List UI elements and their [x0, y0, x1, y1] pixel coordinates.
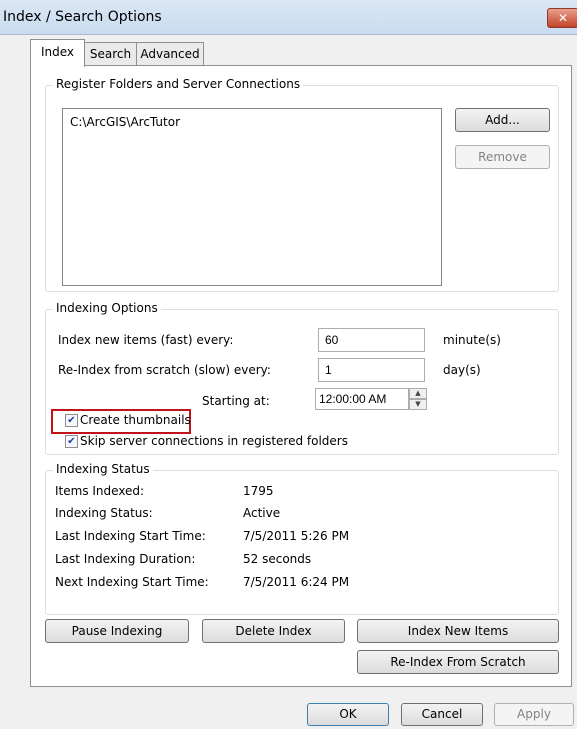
status-value: 52 seconds [243, 552, 312, 566]
status-value: 1795 [243, 484, 274, 498]
indexing-status-legend: Indexing Status [53, 462, 153, 476]
starting-at-label: Starting at: [202, 394, 270, 408]
fast-index-unit: minute(s) [443, 333, 501, 347]
fast-index-label: Index new items (fast) every: [58, 333, 234, 347]
apply-button[interactable]: Apply [494, 703, 574, 726]
add-button[interactable]: Add... [455, 108, 550, 132]
checkmark-icon: ✔ [67, 436, 76, 447]
indexing-options-legend: Indexing Options [53, 301, 161, 315]
tab-index[interactable]: Index [30, 39, 85, 67]
time-spinner-down[interactable]: ▼ [409, 399, 427, 410]
checkmark-icon: ✔ [67, 415, 76, 426]
status-value: Active [243, 506, 281, 520]
register-folders-legend: Register Folders and Server Connections [53, 77, 304, 91]
dialog-window: Index / Search Options ✕ Index Search Ad… [0, 0, 577, 729]
remove-button-label: Remove [478, 150, 527, 164]
reindex-unit: day(s) [443, 363, 481, 377]
pause-indexing-label: Pause Indexing [71, 624, 163, 638]
reindex-from-scratch-label: Re-Index From Scratch [390, 655, 526, 669]
cancel-button[interactable]: Cancel [401, 703, 483, 726]
delete-index-button[interactable]: Delete Index [202, 619, 345, 643]
status-label: Last Indexing Duration: [55, 552, 196, 566]
title-bar[interactable]: Index / Search Options ✕ [0, 0, 577, 35]
starting-at-time-input[interactable] [315, 388, 409, 410]
index-new-items-button[interactable]: Index New Items [357, 619, 559, 643]
reindex-label: Re-Index from scratch (slow) every: [58, 363, 271, 377]
registered-folders-list[interactable]: C:\ArcGIS\ArcTutor [62, 108, 442, 286]
list-item[interactable]: C:\ArcGIS\ArcTutor [70, 115, 180, 129]
index-new-items-label: Index New Items [407, 624, 509, 638]
ok-button[interactable]: OK [307, 703, 389, 726]
skip-server-label: Skip server connections in registered fo… [80, 434, 348, 448]
create-thumbnails-checkbox[interactable]: ✔ [65, 414, 78, 427]
status-value: 7/5/2011 5:26 PM [243, 529, 350, 543]
status-label: Next Indexing Start Time: [55, 575, 209, 589]
close-button[interactable]: ✕ [547, 8, 577, 28]
spin-up-icon: ▲ [415, 389, 421, 397]
tab-index-label: Index [40, 45, 75, 59]
close-icon: ✕ [557, 11, 569, 25]
add-button-label: Add... [485, 113, 520, 127]
tab-advanced[interactable]: Advanced [136, 42, 204, 65]
pause-indexing-button[interactable]: Pause Indexing [45, 619, 189, 643]
fast-index-interval-input[interactable] [318, 328, 425, 352]
tab-advanced-label: Advanced [140, 47, 200, 61]
tab-search[interactable]: Search [84, 42, 137, 65]
remove-button[interactable]: Remove [455, 145, 550, 169]
tab-search-label: Search [89, 47, 132, 61]
reindex-from-scratch-button[interactable]: Re-Index From Scratch [357, 650, 559, 674]
status-value: 7/5/2011 6:24 PM [243, 575, 350, 589]
reindex-interval-input[interactable] [318, 358, 425, 382]
status-label: Indexing Status: [55, 506, 153, 520]
cancel-button-label: Cancel [421, 707, 463, 721]
status-label: Items Indexed: [55, 484, 145, 498]
status-label: Last Indexing Start Time: [55, 529, 206, 543]
time-spinner-up[interactable]: ▲ [409, 388, 427, 399]
skip-server-checkbox[interactable]: ✔ [65, 435, 78, 448]
create-thumbnails-label: Create thumbnails [80, 413, 191, 427]
spin-down-icon: ▼ [415, 400, 421, 408]
window-title: Index / Search Options [3, 9, 162, 25]
delete-index-label: Delete Index [235, 624, 312, 638]
apply-button-label: Apply [517, 707, 551, 721]
ok-button-label: OK [339, 707, 357, 721]
